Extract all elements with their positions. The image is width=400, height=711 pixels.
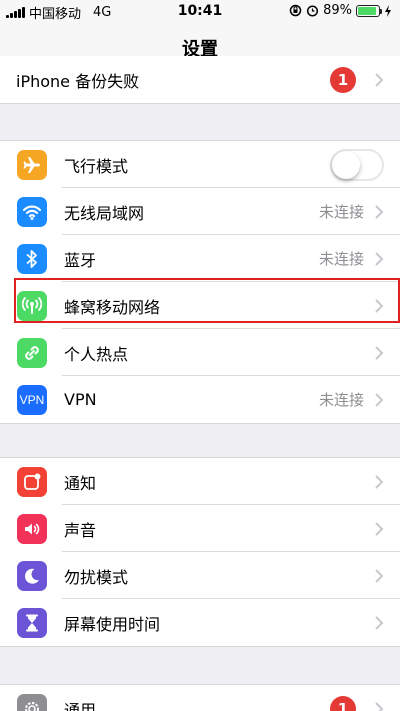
- bluetooth-row[interactable]: 蓝牙 未连接: [0, 235, 400, 282]
- battery-icon: [356, 4, 382, 17]
- chevron-right-icon: [375, 475, 384, 489]
- status-bar: 中国移动 4G 10:41 89%: [0, 0, 400, 22]
- general-row[interactable]: 通用 1: [0, 685, 400, 711]
- bluetooth-label: 蓝牙: [64, 250, 97, 270]
- wifi-row[interactable]: 无线局域网 未连接: [0, 188, 400, 235]
- cellular-icon: [17, 291, 47, 321]
- cellular-label: 蜂窝移动网络: [64, 297, 161, 317]
- charging-icon: [385, 4, 391, 17]
- toggle-knob: [332, 151, 360, 179]
- notifications-group: 通知 声音 勿扰模式 屏幕使用时间: [0, 457, 400, 647]
- sound-icon: [17, 514, 47, 544]
- connectivity-group: 飞行模式 无线局域网 未连接 蓝牙 未连接 蜂窝移动网络 个人热点 VPN VP…: [0, 140, 400, 424]
- notifications-label: 通知: [64, 473, 97, 493]
- notifications-row[interactable]: 通知: [0, 458, 400, 505]
- chevron-right-icon: [375, 522, 384, 536]
- wifi-status: 未连接: [318, 203, 364, 221]
- do-not-disturb-row[interactable]: 勿扰模式: [0, 552, 400, 599]
- vpn-row[interactable]: VPN VPN 未连接: [0, 376, 400, 423]
- backup-group: iPhone 备份失败 1: [0, 56, 400, 104]
- airplane-mode-toggle[interactable]: [330, 149, 384, 181]
- airplane-mode-label: 飞行模式: [64, 156, 129, 176]
- chevron-right-icon: [375, 252, 384, 266]
- chevron-right-icon: [375, 205, 384, 219]
- chevron-right-icon: [375, 73, 384, 87]
- general-label: 通用: [64, 700, 97, 711]
- screen-time-row[interactable]: 屏幕使用时间: [0, 599, 400, 646]
- airplane-mode-row[interactable]: 飞行模式: [0, 141, 400, 188]
- chevron-right-icon: [375, 393, 384, 407]
- hotspot-row[interactable]: 个人热点: [0, 329, 400, 376]
- chevron-right-icon: [375, 616, 384, 630]
- airplane-icon: [17, 150, 47, 180]
- chevron-right-icon: [375, 569, 384, 583]
- general-badge: 1: [330, 695, 356, 711]
- rotation-lock-icon: [289, 4, 302, 17]
- battery-percent: 89%: [323, 3, 352, 18]
- backup-failed-label: iPhone 备份失败: [16, 71, 140, 91]
- chevron-right-icon: [375, 299, 384, 313]
- gear-icon: [17, 694, 47, 711]
- vpn-label: VPN: [64, 390, 97, 409]
- backup-badge: 1: [330, 66, 356, 93]
- screen-time-label: 屏幕使用时间: [64, 614, 161, 634]
- status-right: 89%: [289, 3, 392, 18]
- notification-icon: [17, 467, 47, 497]
- sound-label: 声音: [64, 520, 97, 540]
- chevron-right-icon: [375, 346, 384, 360]
- backup-failed-row[interactable]: iPhone 备份失败 1: [0, 56, 400, 103]
- hotspot-icon: [17, 338, 47, 368]
- vpn-icon: VPN: [17, 385, 47, 415]
- chevron-right-icon: [375, 702, 384, 711]
- alarm-icon: [307, 5, 319, 17]
- sound-row[interactable]: 声音: [0, 505, 400, 552]
- hotspot-label: 个人热点: [64, 344, 129, 364]
- hourglass-icon: [17, 608, 47, 638]
- vpn-status: 未连接: [318, 391, 364, 409]
- general-group: 通用 1: [0, 684, 400, 711]
- bluetooth-status: 未连接: [318, 250, 364, 268]
- wifi-icon: [17, 197, 47, 227]
- cellular-row[interactable]: 蜂窝移动网络: [0, 282, 400, 329]
- bluetooth-icon: [17, 244, 47, 274]
- wifi-label: 无线局域网: [64, 203, 145, 223]
- do-not-disturb-label: 勿扰模式: [64, 567, 129, 587]
- moon-icon: [17, 561, 47, 591]
